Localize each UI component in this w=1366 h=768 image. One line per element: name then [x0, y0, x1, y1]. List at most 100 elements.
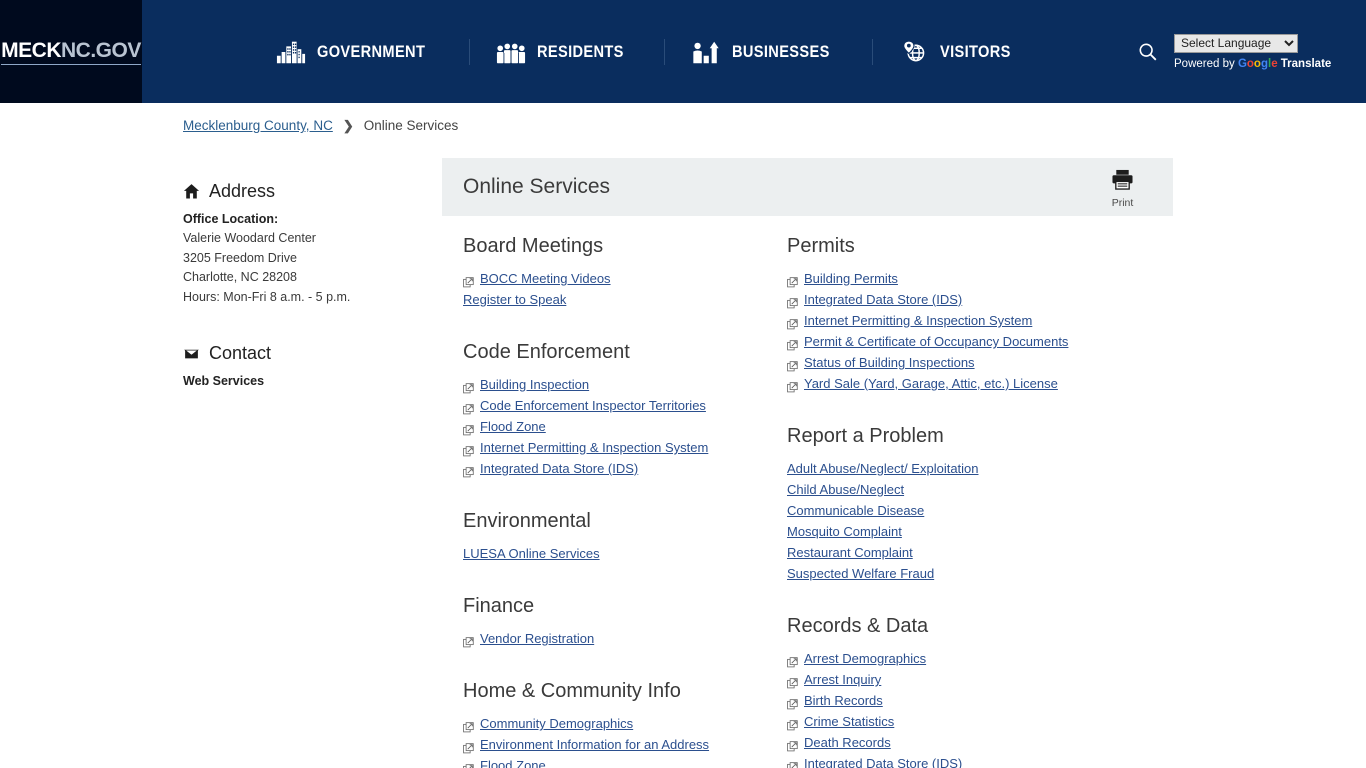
content-header-bar: Online Services Print	[442, 158, 1173, 216]
service-link[interactable]: Mosquito Complaint	[787, 521, 902, 542]
service-link-row: Flood Zone	[463, 416, 787, 437]
service-link[interactable]: LUESA Online Services	[463, 543, 600, 564]
service-group: Home & Community Info Community Demograph…	[463, 678, 787, 768]
business-person-icon	[691, 39, 721, 65]
service-link[interactable]: Death Records	[804, 732, 891, 753]
service-link[interactable]: Suspected Welfare Fraud	[787, 563, 934, 584]
service-link-row: Suspected Welfare Fraud	[787, 563, 1173, 584]
breadcrumb-home-link[interactable]: Mecklenburg County, NC	[183, 118, 333, 133]
powered-by-google-translate: Powered by Google Translate	[1174, 58, 1331, 70]
page-body: Address Office Location: Valerie Woodard…	[0, 148, 1366, 768]
service-link[interactable]: Register to Speak	[463, 289, 566, 310]
service-link[interactable]: Birth Records	[804, 690, 883, 711]
nav-label-businesses: BUSINESSES	[731, 41, 830, 61]
service-link[interactable]: Flood Zone	[480, 416, 546, 437]
service-group-title: Records & Data	[787, 615, 929, 637]
external-link-icon	[787, 378, 798, 393]
nav-label-residents: RESIDENTS	[537, 41, 624, 61]
service-link-row: Code Enforcement Inspector Territories	[463, 395, 787, 416]
external-link-icon	[463, 739, 474, 754]
service-link-row: Building Inspection	[463, 374, 787, 395]
external-link-icon	[463, 400, 474, 415]
service-link-row: Vendor Registration	[463, 628, 787, 649]
external-link-icon	[787, 737, 798, 752]
external-link-icon	[787, 294, 798, 309]
google-wordmark: Google	[1237, 57, 1278, 70]
service-link[interactable]: Flood Zone	[480, 755, 546, 768]
service-link[interactable]: Restaurant Complaint	[787, 542, 913, 563]
service-link[interactable]: Vendor Registration	[480, 628, 594, 649]
people-icon	[496, 39, 526, 65]
contact-value: Web Services	[183, 374, 265, 388]
external-link-icon	[463, 442, 474, 457]
service-link[interactable]: Building Inspection	[480, 374, 589, 395]
service-link[interactable]: Building Permits	[804, 268, 898, 289]
service-link-row: Crime Statistics	[787, 711, 1173, 732]
office-location-label: Office Location:	[183, 212, 279, 226]
service-group: Environmental LUESA Online Services	[463, 508, 787, 564]
service-link[interactable]: Internet Permitting & Inspection System	[804, 310, 1032, 331]
service-link-row: Arrest Inquiry	[787, 669, 1173, 690]
service-link-row: Birth Records	[787, 690, 1173, 711]
service-link[interactable]: Integrated Data Store (IDS)	[804, 753, 962, 768]
breadcrumb-current: Online Services	[363, 118, 459, 133]
print-button[interactable]: Print	[1111, 169, 1134, 209]
chevron-right-icon: ❯	[342, 117, 354, 133]
service-link[interactable]: Community Demographics	[480, 713, 633, 734]
service-link[interactable]: Permit & Certificate of Occupancy Docume…	[804, 331, 1068, 352]
service-group-title: Home & Community Info	[463, 680, 681, 702]
print-label: Print	[1111, 197, 1134, 209]
service-group-title: Permits	[787, 235, 855, 257]
service-link[interactable]: Adult Abuse/Neglect/ Exploitation	[787, 458, 979, 479]
nav-item-visitors[interactable]: VISITORS	[873, 29, 1048, 75]
nav-item-government[interactable]: GOVERNMENT	[250, 29, 469, 75]
service-link[interactable]: Integrated Data Store (IDS)	[804, 289, 962, 310]
service-link[interactable]: Communicable Disease	[787, 500, 924, 521]
service-link[interactable]: BOCC Meeting Videos	[480, 268, 611, 289]
language-select[interactable]: Select Language	[1174, 33, 1298, 53]
globe-pin-icon	[899, 39, 929, 65]
site-logo[interactable]: MECKNC.GOV	[0, 0, 142, 103]
service-link[interactable]: Environment Information for an Address	[480, 734, 709, 755]
service-group-title: Board Meetings	[463, 235, 604, 257]
nav-item-businesses[interactable]: BUSINESSES	[665, 29, 872, 75]
service-columns: Board Meetings BOCC Meeting Videos Registe…	[442, 216, 1173, 768]
service-link[interactable]: Internet Permitting & Inspection System	[480, 437, 708, 458]
service-link[interactable]: Code Enforcement Inspector Territories	[480, 395, 706, 416]
service-link-row: Permit & Certificate of Occupancy Docume…	[787, 331, 1173, 352]
external-link-icon	[787, 674, 798, 689]
external-link-icon	[787, 695, 798, 710]
service-link-row: LUESA Online Services	[463, 543, 787, 564]
nav-item-residents[interactable]: RESIDENTS	[470, 29, 664, 75]
service-link-row: Restaurant Complaint	[787, 542, 1173, 563]
address-line-2: 3205 Freedom Drive	[183, 250, 297, 265]
service-link[interactable]: Arrest Demographics	[804, 648, 926, 669]
service-link[interactable]: Child Abuse/Neglect	[787, 479, 904, 500]
sidebar-contact-heading: Contact	[183, 343, 423, 364]
nav-label-visitors: VISITORS	[939, 41, 1011, 61]
external-link-icon	[463, 463, 474, 478]
external-link-icon	[787, 653, 798, 668]
service-link[interactable]: Crime Statistics	[804, 711, 894, 732]
service-link-row: Register to Speak	[463, 289, 787, 310]
service-group: Records & Data Arrest Demographics Arrest …	[787, 613, 1173, 768]
service-link[interactable]: Status of Building Inspections	[804, 352, 975, 373]
external-link-icon	[787, 315, 798, 330]
page-title: Online Services	[463, 175, 611, 198]
search-icon[interactable]	[1136, 40, 1160, 64]
service-link[interactable]: Arrest Inquiry	[804, 669, 881, 690]
service-link[interactable]: Yard Sale (Yard, Garage, Attic, etc.) Li…	[804, 373, 1058, 394]
service-link[interactable]: Integrated Data Store (IDS)	[480, 458, 638, 479]
service-link-row: Community Demographics	[463, 713, 787, 734]
service-link-row: Internet Permitting & Inspection System	[787, 310, 1173, 331]
address-hours: Hours: Mon-Fri 8 a.m. - 5 p.m.	[183, 289, 351, 304]
service-group-title: Environmental	[463, 510, 591, 532]
site-header: MECKNC.GOV GOVERNMENT RESIDENTS BUSINESS…	[0, 0, 1366, 103]
google-translate-widget: Select Language Powered by Google Transl…	[1174, 33, 1344, 70]
external-link-icon	[463, 718, 474, 733]
